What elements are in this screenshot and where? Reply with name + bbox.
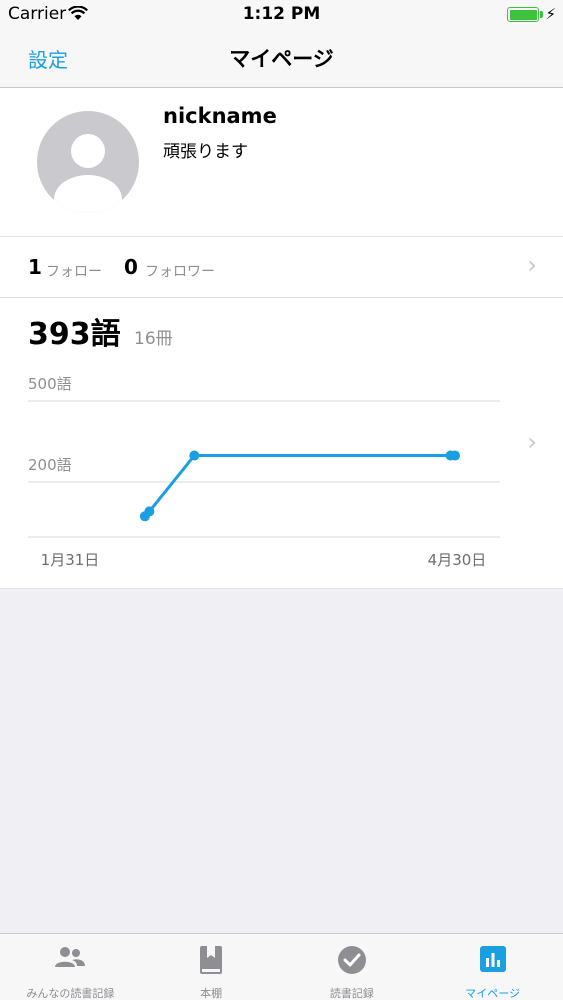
follow-row[interactable]: 1 フォロー 0 フォロワー › <box>0 237 563 297</box>
word-count: 393語 <box>28 317 121 352</box>
y-tick-label: 200語 <box>28 456 72 474</box>
reading-chart[interactable]: 500語 200語 1月31日 4月30日 › <box>0 358 563 589</box>
book-icon <box>198 945 224 979</box>
nickname: nickname <box>163 104 277 128</box>
x-tick-label: 1月31日 <box>41 551 100 569</box>
data-point <box>144 506 155 517</box>
navigation-bar: 設定 マイページ <box>0 30 563 88</box>
series-line <box>143 454 455 518</box>
data-point <box>450 450 460 461</box>
y-tick-label: 500語 <box>28 375 72 393</box>
chevron-right-icon: › <box>527 251 537 279</box>
bar-chart-icon <box>479 945 507 977</box>
status-bar: Carrier 1:12 PM ⚡ <box>0 0 563 30</box>
tab-bar: みんなの読書記録 本棚 読書記録 マイページ <box>0 933 563 1000</box>
following-label: フォロー <box>46 264 102 280</box>
check-circle-icon <box>337 945 367 979</box>
battery-icon <box>507 7 539 22</box>
x-tick-label: 4月30日 <box>428 551 487 569</box>
line-chart: 500語 200語 1月31日 4月30日 <box>28 375 500 569</box>
avatar[interactable] <box>37 111 139 213</box>
book-count: 16冊 <box>134 329 173 349</box>
tab-everyone-records[interactable]: みんなの読書記録 <box>0 934 141 1000</box>
data-point <box>189 450 200 461</box>
status-time: 1:12 PM <box>242 4 321 24</box>
followers-count: 0 <box>124 255 138 279</box>
tab-label: マイページ <box>465 987 521 1000</box>
tab-reading-records[interactable]: 読書記録 <box>282 934 423 1000</box>
page-title: マイページ <box>229 47 334 71</box>
charging-icon: ⚡ <box>545 5 556 23</box>
chevron-right-icon: › <box>527 428 537 456</box>
following-count: 1 <box>28 255 42 279</box>
profile-card: nickname 頑張ります 1 フォロー 0 フォロワー › 393語 16冊… <box>0 88 563 589</box>
followers-label: フォロワー <box>145 264 215 280</box>
tab-my-page[interactable]: マイページ <box>422 934 563 1000</box>
tab-bookshelf[interactable]: 本棚 <box>141 934 282 1000</box>
battery-tip <box>540 11 543 18</box>
tab-label: みんなの読書記録 <box>26 987 115 1000</box>
tab-label: 本棚 <box>200 987 223 1000</box>
bio-text: 頑張ります <box>163 142 248 162</box>
tab-label: 読書記録 <box>329 987 374 1000</box>
person-icon <box>54 134 122 213</box>
people-icon <box>54 945 86 975</box>
divider <box>0 297 563 298</box>
